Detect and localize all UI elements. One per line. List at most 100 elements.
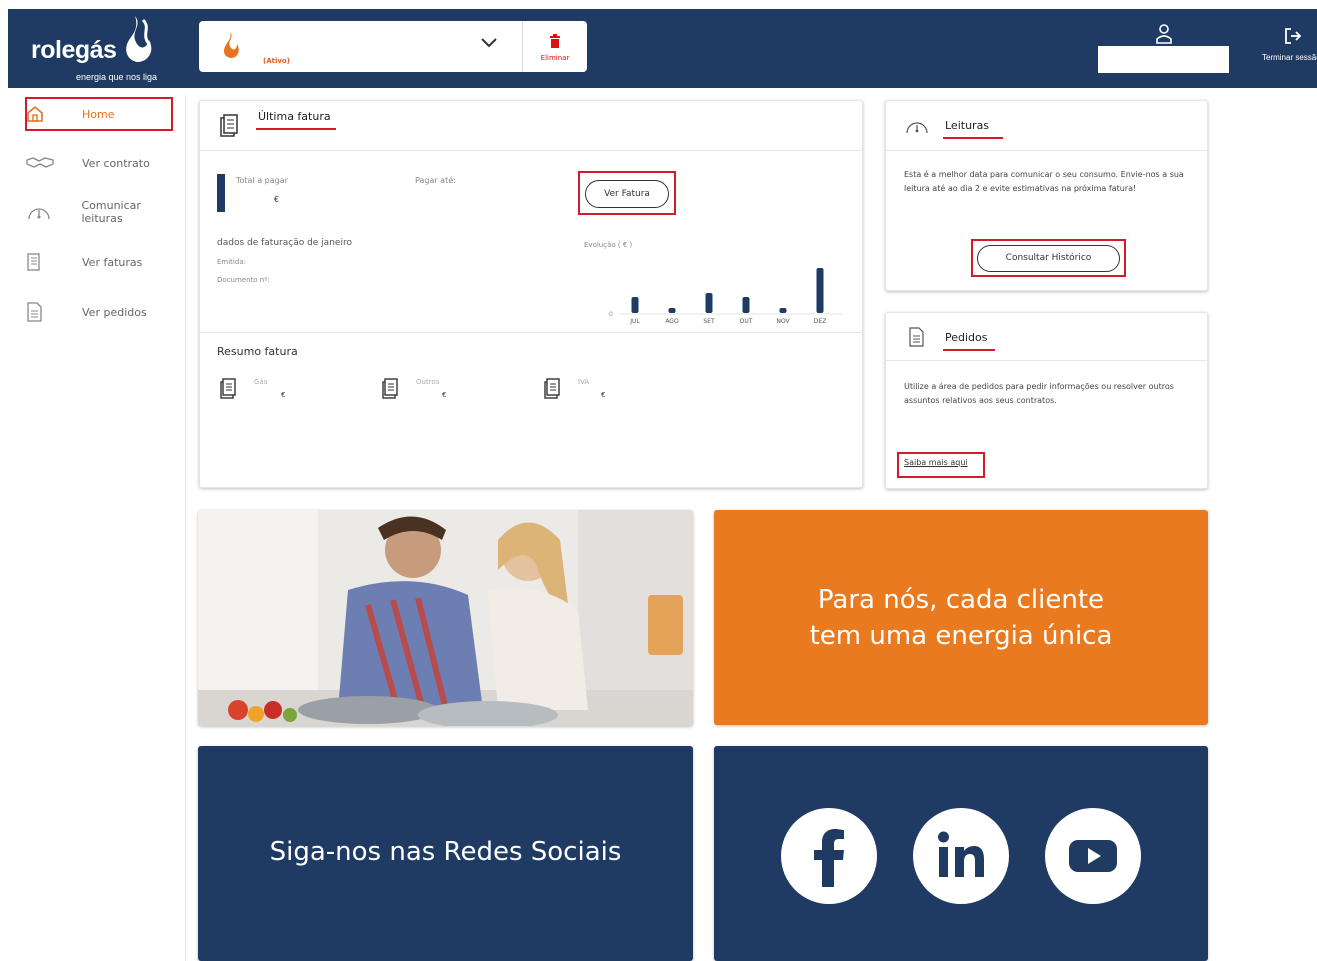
total-currency: € <box>274 195 280 204</box>
consult-history-button[interactable]: Consultar Histórico <box>977 245 1120 272</box>
chart-bar <box>779 308 787 313</box>
summary-currency: € <box>601 391 606 399</box>
learn-more-link[interactable]: Saiba mais aqui <box>904 458 968 467</box>
sidebar-item-home[interactable]: Home <box>24 99 184 129</box>
invoice-icon <box>544 378 560 399</box>
requests-card: Pedidos Utilize a área de pedidos para p… <box>885 312 1208 489</box>
user-name-field <box>1098 46 1229 73</box>
chart-bar <box>631 297 639 313</box>
sidebar-item-label: Home <box>82 107 115 121</box>
evolution-label: Evolução ( € ) <box>584 241 633 249</box>
summary-currency: € <box>442 391 447 399</box>
readings-card-header <box>886 101 1207 151</box>
sidebar-item-contract[interactable]: Ver contrato <box>24 148 184 178</box>
brand-name: rolegás <box>31 36 117 64</box>
divider <box>200 332 862 333</box>
logout-button[interactable]: Terminar sessão <box>1262 27 1317 62</box>
total-marker <box>217 174 225 212</box>
billing-label: dados de faturação de janeiro <box>217 238 352 248</box>
divider <box>522 21 523 72</box>
trash-icon <box>550 34 560 48</box>
home-icon <box>26 105 60 123</box>
summary-vat: IVA € <box>543 378 605 404</box>
x-tick-label: OUT <box>740 318 753 325</box>
x-tick-label: DEZ <box>814 318 827 325</box>
chart-bar <box>742 297 750 313</box>
sidebar-item-label: Ver pedidos <box>82 305 147 319</box>
social-banner: Siga-nos nas Redes Sociais <box>198 746 693 961</box>
readings-card: Leituras Esta é a melhor data para comun… <box>885 100 1208 291</box>
summary-label: Gás <box>254 378 268 386</box>
facebook-icon[interactable] <box>780 807 878 905</box>
title-underline <box>943 137 1003 139</box>
sidebar-item-label: Ver contrato <box>82 156 150 170</box>
slogan-banner: Para nós, cada cliente tem uma energia ú… <box>714 510 1208 725</box>
invoice-card: Última fatura Total a pagar € Pagar até:… <box>199 100 863 488</box>
due-label: Pagar até: <box>415 176 456 185</box>
invoice-title: Última fatura <box>258 110 331 123</box>
slogan-text: Para nós, cada cliente tem uma energia ú… <box>714 582 1208 654</box>
y-tick-label: 0 <box>609 311 613 318</box>
logout-icon <box>1285 28 1302 44</box>
summary-gas: Gás € <box>219 378 285 404</box>
title-underline <box>943 349 995 351</box>
summary-currency: € <box>281 391 286 399</box>
slogan-line-1: Para nós, cada cliente <box>817 585 1105 615</box>
youtube-icon[interactable] <box>1044 807 1142 905</box>
social-title: Siga-nos nas Redes Sociais <box>269 837 622 867</box>
contract-status: (Ativo) <box>263 57 290 65</box>
summary-label: Outros <box>416 378 440 386</box>
requests-icon <box>909 327 924 347</box>
gas-flame-icon <box>223 32 239 58</box>
summary-label: IVA <box>578 378 590 386</box>
chart-bar <box>705 293 713 313</box>
user-icon <box>1156 24 1172 44</box>
requests-text: Utilize a área de pedidos para pedir inf… <box>904 382 1174 405</box>
handshake-icon <box>26 155 60 171</box>
sidebar-item-readings[interactable]: Comunicar leituras <box>24 197 184 227</box>
chart-bar <box>668 308 676 313</box>
gauge-icon <box>26 202 59 222</box>
summary-others: Outros € <box>381 378 446 404</box>
x-tick-label: JUL <box>629 318 640 325</box>
invoice-icon <box>220 114 238 137</box>
brand-tagline: energia que nos liga <box>76 72 158 82</box>
couple-cooking-image <box>198 510 693 726</box>
title-underline <box>256 128 336 130</box>
invoice-icon <box>220 378 236 399</box>
invoice-icon <box>382 378 398 399</box>
promo-photo <box>198 510 693 726</box>
requests-card-header <box>886 313 1207 361</box>
social-icons-banner <box>714 746 1208 961</box>
readings-text: Esta é a melhor data para comunicar o se… <box>904 170 1184 193</box>
brand-logo[interactable]: rolegás energia que nos liga <box>31 14 161 84</box>
slogan-line-2: tem uma energia única <box>809 621 1113 651</box>
evolution-chart: 0 JUL AGO SET OUT NOV DEZ <box>609 268 843 325</box>
gauge-icon <box>906 122 928 134</box>
contract-selector[interactable]: (Ativo) Eliminar <box>199 21 587 72</box>
delete-button[interactable]: Eliminar <box>531 33 579 62</box>
document-label: Documento nº: <box>217 276 270 284</box>
x-tick-label: AGO <box>665 318 679 325</box>
requests-icon <box>26 301 60 323</box>
readings-title: Leituras <box>945 119 990 132</box>
sidebar-item-invoices[interactable]: Ver faturas <box>24 247 184 277</box>
invoice-card-header <box>200 101 862 151</box>
chevron-down-icon[interactable] <box>480 36 498 50</box>
logout-label: Terminar sessão <box>1262 53 1317 62</box>
user-account[interactable] <box>1098 20 1229 73</box>
sidebar-item-label: Ver faturas <box>82 255 143 269</box>
invoice-icon <box>26 252 60 272</box>
x-tick-label: NOV <box>776 318 790 325</box>
flame-logo-icon <box>126 16 152 62</box>
sidebar-item-label: Comunicar leituras <box>81 199 141 225</box>
total-label: Total a pagar <box>236 176 288 185</box>
summary-title: Resumo fatura <box>217 345 298 358</box>
sidebar-item-requests[interactable]: Ver pedidos <box>24 297 184 327</box>
view-invoice-button[interactable]: Ver Fatura <box>585 180 669 208</box>
chart-bar <box>816 268 824 313</box>
issued-label: Emitida: <box>217 258 246 266</box>
requests-title: Pedidos <box>945 331 988 344</box>
x-tick-label: SET <box>703 318 715 325</box>
linkedin-icon[interactable] <box>912 807 1010 905</box>
